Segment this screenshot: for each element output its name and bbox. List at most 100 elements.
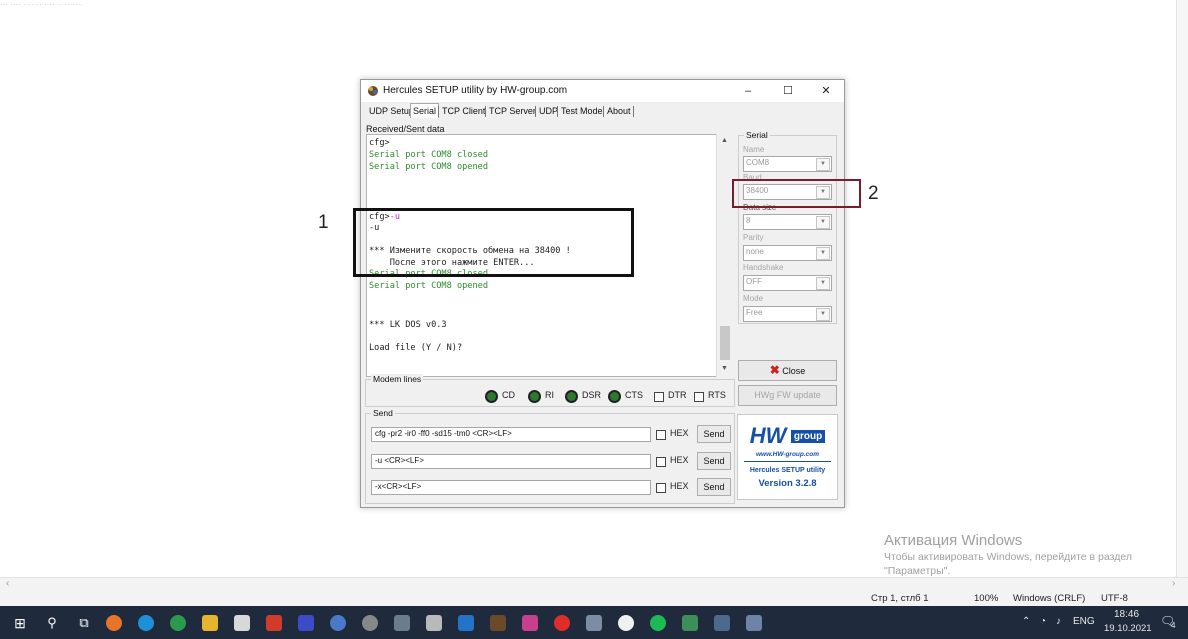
tab-tcp-server[interactable]: TCP Server [487, 105, 538, 117]
ri-label: RI [545, 390, 554, 400]
background-document-text: ··· ···· ······· ···· ·· ······· [0, 0, 84, 9]
red-x-icon: ✖ [769, 363, 780, 377]
dtr-label: DTR [668, 390, 687, 400]
hercules-app-icon [368, 86, 378, 96]
tab-about[interactable]: About [605, 105, 633, 117]
app-green-icon[interactable] [682, 615, 698, 631]
modem-lines-group: Modem lines CD RI DSR CTS DTR RTS [365, 374, 735, 407]
hw-logo-group: group [790, 430, 826, 443]
pdf-app-icon[interactable] [266, 615, 282, 631]
line-ending[interactable]: Windows (CRLF) [1013, 593, 1085, 604]
cts-led-icon [608, 390, 621, 403]
send-input-3[interactable]: -x<CR><LF> [371, 480, 651, 495]
log-line: cfg> [369, 138, 390, 148]
annotation-number-1: 1 [318, 212, 329, 233]
tab-tcp-client[interactable]: TCP Client [440, 105, 487, 117]
language-indicator[interactable]: ENG [1073, 616, 1095, 627]
hex-checkbox-2[interactable] [656, 457, 666, 467]
app-blue-icon[interactable] [298, 615, 314, 631]
name-label: Name [743, 145, 765, 154]
app-window-icon[interactable] [586, 615, 602, 631]
data-size-select[interactable]: 8 ▼ [743, 214, 832, 230]
tab-udp-setup[interactable]: UDP Setup [367, 105, 416, 117]
scroll-down-arrow-icon[interactable]: ▼ [721, 365, 728, 372]
scrollbar-thumb[interactable] [720, 326, 730, 360]
mode-value: Free [746, 308, 763, 317]
settings-app-icon[interactable] [362, 615, 378, 631]
search-icon[interactable]: ⚲ [44, 615, 60, 631]
firefox-icon[interactable] [106, 615, 122, 631]
notification-count: 4 [1171, 621, 1176, 630]
chrome-icon[interactable] [170, 615, 186, 631]
tray-arrow-icon[interactable]: ⌃ [1022, 616, 1030, 627]
hw-group-logo[interactable]: HW group www.HW-group.com Hercules SETUP… [737, 414, 838, 500]
scroll-up-arrow-icon[interactable]: ▲ [721, 137, 728, 144]
minimize-button[interactable]: – [733, 82, 763, 100]
send-group: Send cfg -pr2 -ir0 -ff0 -sd15 -tm0 <CR><… [365, 408, 735, 504]
tab-separator [633, 106, 634, 117]
network-icon[interactable]: ◔ [1040, 616, 1046, 627]
mode-label: Mode [743, 294, 764, 303]
mode-select[interactable]: Free ▼ [743, 306, 832, 322]
spotify-icon[interactable] [650, 615, 666, 631]
yandex-icon[interactable] [554, 615, 570, 631]
logo-url: www.HW-group.com [755, 451, 820, 458]
log-scrollbar[interactable]: ▲ ▼ [716, 134, 733, 377]
editor-vertical-scrollbar[interactable] [1176, 0, 1188, 596]
app-steel-icon[interactable] [714, 615, 730, 631]
send-input-2[interactable]: -u <CR><LF> [371, 454, 651, 469]
zoom-level[interactable]: 100% [974, 593, 998, 604]
encoding[interactable]: UTF-8 [1101, 593, 1128, 604]
hercules-taskbar-icon[interactable] [490, 615, 506, 631]
tab-test-mode[interactable]: Test Mode [559, 105, 605, 117]
calculator-icon[interactable] [426, 615, 442, 631]
tab-serial[interactable]: Serial [410, 103, 440, 118]
volume-icon[interactable]: ♪ [1056, 616, 1061, 627]
shield-icon[interactable] [330, 615, 346, 631]
scroll-left-arrow-icon[interactable]: ‹ [6, 578, 9, 589]
activation-text-2: "Параметры". [884, 565, 951, 577]
send-button-3[interactable]: Send [697, 478, 731, 496]
hwg-fw-update-button[interactable]: HWg FW update [738, 385, 837, 406]
task-view-icon[interactable]: ⧉ [76, 615, 92, 631]
send-button-2[interactable]: Send [697, 452, 731, 470]
dtr-checkbox[interactable] [654, 392, 664, 402]
clock-time[interactable]: 18:46 [1114, 609, 1139, 620]
window-title: Hercules SETUP utility by HW-group.com [383, 85, 568, 96]
tab-separator [603, 106, 604, 117]
tab-separator [557, 106, 558, 117]
store-icon[interactable] [234, 615, 250, 631]
send-input-1-value: cfg -pr2 -ir0 -ff0 -sd15 -tm0 <CR><LF> [375, 429, 512, 438]
app-tool-icon[interactable] [746, 615, 762, 631]
hex-checkbox-3[interactable] [656, 483, 666, 493]
app-gray-icon[interactable] [394, 615, 410, 631]
log-line: Serial port COM8 closed [369, 150, 488, 160]
close-port-button[interactable]: ✖ Close [738, 360, 837, 381]
windows-start-icon[interactable]: ⊞ [12, 615, 28, 631]
parity-select[interactable]: none ▼ [743, 245, 832, 261]
close-window-button[interactable]: ✕ [811, 82, 841, 100]
hex-checkbox-1[interactable] [656, 430, 666, 440]
app-colorful-icon[interactable] [522, 615, 538, 631]
mail-icon[interactable] [458, 615, 474, 631]
send-button-1[interactable]: Send [697, 425, 731, 443]
editor-status-bar: Стр 1, стлб 1 100% Windows (CRLF) UTF-8 [0, 592, 1188, 606]
edge-icon[interactable] [138, 615, 154, 631]
log-line: Serial port COM8 opened [369, 162, 488, 172]
handshake-select[interactable]: OFF ▼ [743, 275, 832, 291]
log-line: Load file (Y / N)? [369, 343, 462, 353]
rts-checkbox[interactable] [694, 392, 704, 402]
clock-date[interactable]: 19.10.2021 [1104, 623, 1152, 634]
send-input-1[interactable]: cfg -pr2 -ir0 -ff0 -sd15 -tm0 <CR><LF> [371, 427, 651, 442]
hercules-window: Hercules SETUP utility by HW-group.com –… [360, 79, 845, 508]
logo-version: Version 3.2.8 [758, 478, 817, 489]
modem-lines-label: Modem lines [371, 374, 424, 384]
log-line: *** LK DOS v0.3 [369, 320, 447, 330]
editor-horizontal-scrollbar[interactable]: ‹ › [0, 577, 1188, 592]
file-explorer-icon[interactable] [202, 615, 218, 631]
port-name-select[interactable]: COM8 ▼ [743, 156, 832, 172]
yandex-browser-icon[interactable] [618, 615, 634, 631]
scroll-right-arrow-icon[interactable]: › [1172, 578, 1175, 589]
maximize-button[interactable]: ☐ [773, 82, 803, 100]
rts-label: RTS [708, 390, 726, 400]
